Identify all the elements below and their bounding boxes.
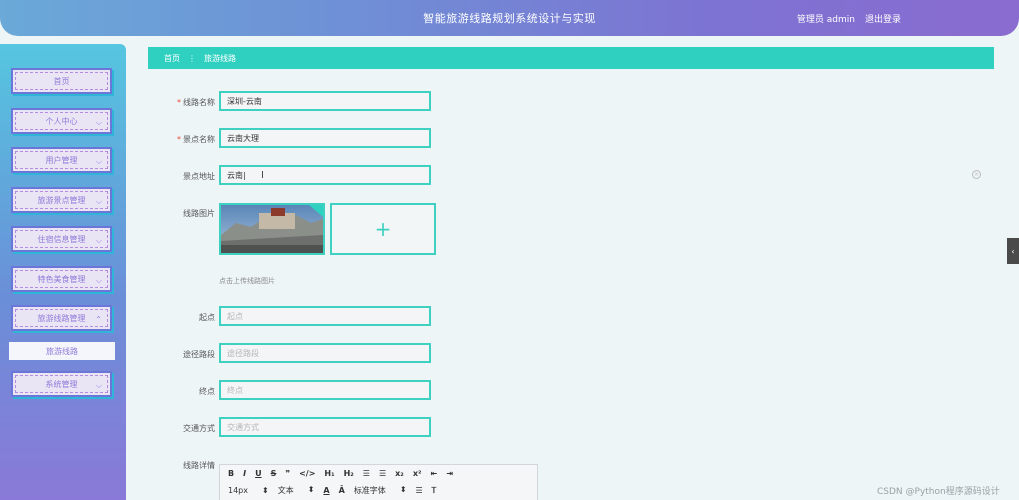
landscape-image-icon xyxy=(221,205,323,253)
indent-button[interactable]: ⇥ xyxy=(446,469,453,478)
detail-label: 线路详情 xyxy=(183,461,215,470)
user-area: 管理员 admin 退出登录 xyxy=(797,12,901,25)
editor-toolbar-row-2: 14px ⬍ 文本 ⬍ A Ā 标准字体 ⬍ ☰ Ꭲ xyxy=(220,482,537,499)
start-input[interactable] xyxy=(219,306,431,326)
route-name-input[interactable] xyxy=(219,91,431,111)
chevron-down-icon: ⌵ xyxy=(95,236,102,245)
caret-icon: ⬍ xyxy=(399,485,407,494)
font-family-select[interactable]: 标准字体 ⬍ xyxy=(354,485,407,496)
chevron-down-icon: ⌵ xyxy=(95,118,102,127)
end-input[interactable] xyxy=(219,380,431,400)
scenic-address-label: 景点地址 xyxy=(183,172,215,181)
via-input[interactable] xyxy=(219,343,431,363)
caret-icon: ⬍ xyxy=(307,485,315,494)
sidebar-item-label: 住宿信息管理 xyxy=(37,234,86,244)
user-label: 管理员 admin xyxy=(796,15,855,25)
superscript-button[interactable]: x² xyxy=(413,469,422,478)
route-image-thumbnail[interactable] xyxy=(219,203,325,255)
chevron-down-icon: ⌵ xyxy=(95,381,102,390)
watermark: CSDN @Python程序源码设计 xyxy=(877,487,1000,497)
sidebar-item-lodging[interactable]: 住宿信息管理 ⌵ xyxy=(11,226,112,252)
h1-button[interactable]: H₁ xyxy=(324,469,334,478)
rich-text-editor[interactable]: B I U S ❞ </> H₁ H₂ ☰ ☰ x₂ x² ⇤ ⇥ 14px ⬍ … xyxy=(219,464,538,500)
caret-icon: ⬍ xyxy=(262,486,269,495)
route-image-label: 线路图片 xyxy=(183,209,215,218)
sidebar-item-home[interactable]: 首页 xyxy=(11,68,112,94)
chevron-left-icon[interactable]: ‹ xyxy=(1007,238,1019,264)
transport-label: 交通方式 xyxy=(183,424,215,433)
sidebar-item-scenic[interactable]: 旅游景点管理 ⌵ xyxy=(11,187,112,213)
sidebar-item-label: 首页 xyxy=(53,76,70,86)
h2-button[interactable]: H₂ xyxy=(344,469,354,478)
start-label: 起点 xyxy=(199,313,215,322)
font-color-button[interactable]: A xyxy=(323,486,329,495)
editor-toolbar-row-1: B I U S ❞ </> H₁ H₂ ☰ ☰ x₂ x² ⇤ ⇥ xyxy=(220,465,537,482)
upload-hint: 点击上传线路图片 xyxy=(219,277,275,285)
route-name-label: * 线路名称 xyxy=(177,98,215,107)
sidebar-item-label: 个人中心 xyxy=(45,116,78,126)
bold-button[interactable]: B xyxy=(228,469,234,478)
top-header: 智能旅游线路规划系统设计与实现 管理员 admin 退出登录 xyxy=(0,0,1019,36)
scenic-address-input[interactable] xyxy=(219,165,431,185)
text-style-select[interactable]: 文本 ⬍ xyxy=(278,485,315,496)
code-button[interactable]: </> xyxy=(299,469,315,478)
upload-add-button[interactable]: + xyxy=(330,203,436,255)
sidebar-item-label: 旅游景点管理 xyxy=(37,195,86,205)
sidebar-item-label: 系统管理 xyxy=(45,379,78,389)
end-label: 终点 xyxy=(199,387,215,396)
breadcrumb-current: 旅游线路 xyxy=(204,53,236,63)
underline-button[interactable]: U xyxy=(255,469,262,478)
logout-link[interactable]: 退出登录 xyxy=(865,12,901,25)
chevron-down-icon: ⌵ xyxy=(95,276,102,285)
plus-icon: + xyxy=(374,217,392,241)
sidebar-item-users[interactable]: 用户管理 ⌵ xyxy=(11,147,112,173)
strike-button[interactable]: S xyxy=(271,469,277,478)
sidebar-item-food[interactable]: 特色美食管理 ⌵ xyxy=(11,266,112,292)
bullet-list-button[interactable]: ☰ xyxy=(379,469,386,478)
chevron-down-icon: ⌵ xyxy=(95,197,102,206)
outdent-button[interactable]: ⇤ xyxy=(430,469,437,478)
sidebar-item-label: 特色美食管理 xyxy=(37,274,86,284)
close-icon[interactable]: × xyxy=(972,170,981,179)
chevron-up-icon: ⌃ xyxy=(95,315,102,324)
align-button[interactable]: ☰ xyxy=(416,486,423,495)
font-size-select[interactable]: 14px ⬍ xyxy=(228,486,269,495)
sidebar-item-routes[interactable]: 旅游线路管理 ⌃ xyxy=(11,305,112,331)
sidebar-item-label: 旅游线路管理 xyxy=(37,313,86,323)
via-label: 途径路段 xyxy=(183,350,215,359)
ordered-list-button[interactable]: ☰ xyxy=(363,469,370,478)
chevron-down-icon: ⌵ xyxy=(95,157,102,166)
italic-button[interactable]: I xyxy=(243,469,246,478)
quote-button[interactable]: ❞ xyxy=(285,469,290,478)
scenic-name-input[interactable] xyxy=(219,128,431,148)
sidebar-item-system[interactable]: 系统管理 ⌵ xyxy=(11,371,112,397)
transport-input[interactable] xyxy=(219,417,431,437)
text-cursor-icon: I xyxy=(261,170,264,181)
breadcrumb-separator: ⋮ xyxy=(188,53,196,63)
breadcrumb: 首页 ⋮ 旅游线路 xyxy=(148,47,994,69)
sidebar-item-personal[interactable]: 个人中心 ⌵ xyxy=(11,108,112,134)
breadcrumb-home[interactable]: 首页 xyxy=(164,53,180,64)
submenu-item-routes[interactable]: 旅游线路 xyxy=(9,342,115,360)
background-color-button[interactable]: Ā xyxy=(339,486,345,495)
subscript-button[interactable]: x₂ xyxy=(395,469,404,478)
clear-format-button[interactable]: Ꭲ xyxy=(432,486,437,496)
scenic-name-label: * 景点名称 xyxy=(177,135,215,144)
sidebar-item-label: 用户管理 xyxy=(45,155,78,165)
